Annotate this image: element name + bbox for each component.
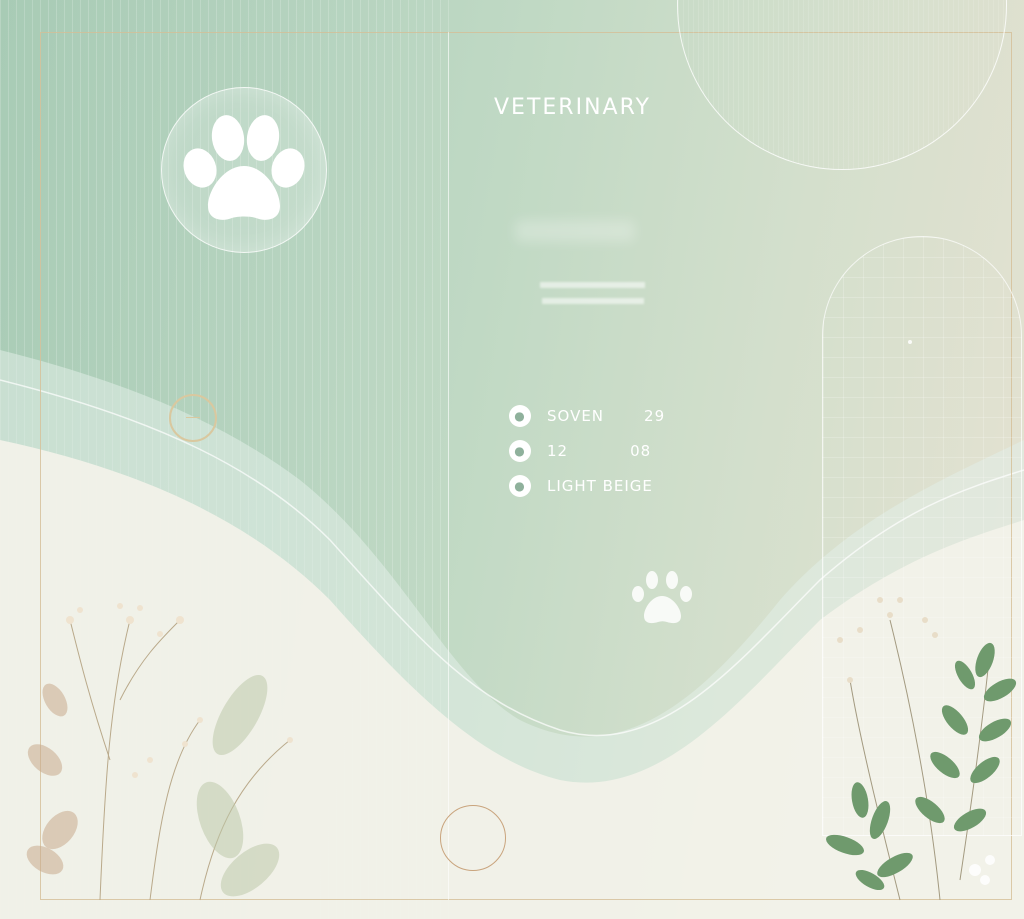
botanical-decoration <box>26 340 1017 901</box>
background-canvas: VETERINARY ● SOVEN 29 ● 12 08 ● LIGHT BE… <box>0 0 1024 919</box>
